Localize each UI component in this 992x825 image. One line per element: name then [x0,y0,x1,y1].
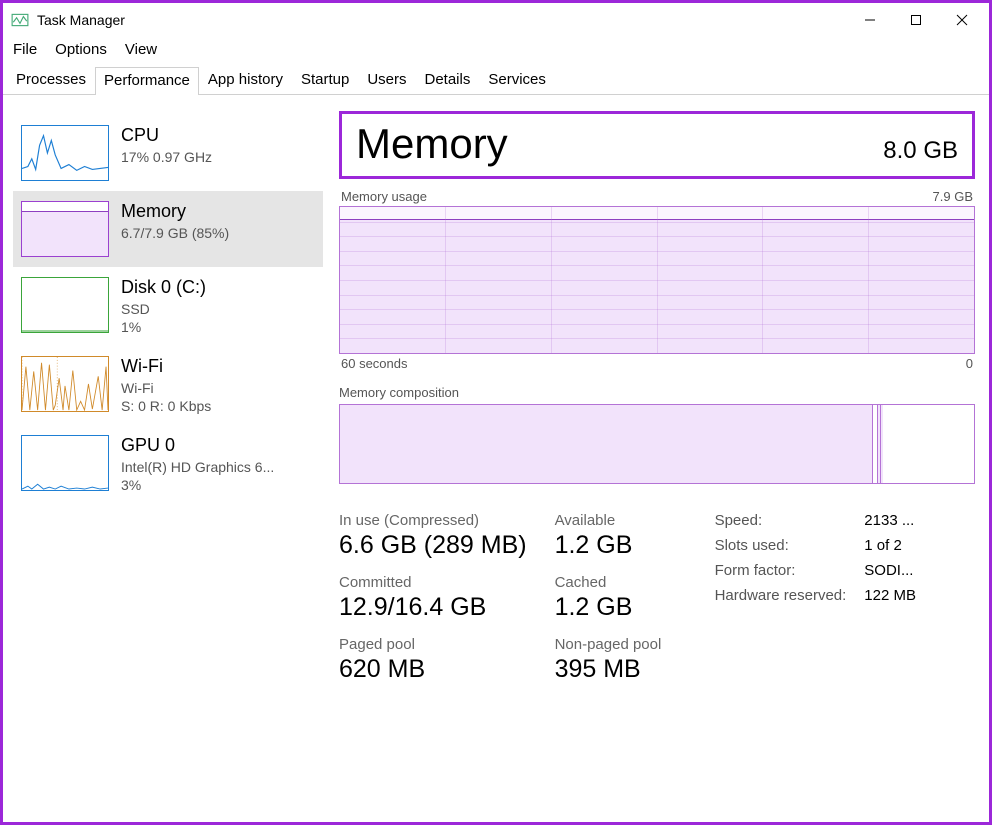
tab-strip: Processes Performance App history Startu… [3,66,989,95]
title-bar: Task Manager [3,3,989,37]
hardware-info: Speed: 2133 ... Slots used: 1 of 2 Form … [715,512,916,684]
stat-in-use: In use (Compressed) 6.6 GB (289 MB) [339,512,527,560]
info-speed-label: Speed: [715,512,847,529]
main-panel: Memory 8.0 GB Memory usage 7.9 GB [333,95,989,822]
sidebar-item-cpu[interactable]: CPU 17% 0.97 GHz [13,115,323,191]
close-button[interactable] [939,4,985,36]
menu-view[interactable]: View [125,41,157,58]
sidebar-wifi-sub2: S: 0 R: 0 Kbps [121,397,211,415]
tab-startup[interactable]: Startup [292,66,358,94]
sidebar-mem-title: Memory [121,201,229,222]
sidebar-disk-title: Disk 0 (C:) [121,277,206,298]
x-axis-left: 60 seconds [341,356,408,371]
tab-details[interactable]: Details [416,66,480,94]
stat-paged: Paged pool 620 MB [339,636,527,684]
performance-sidebar: CPU 17% 0.97 GHz Memory 6.7/7.9 GB (85%)… [3,95,333,822]
sidebar-gpu-sub1: Intel(R) HD Graphics 6... [121,458,274,476]
stat-cached: Cached 1.2 GB [555,574,685,622]
memory-header-highlight: Memory 8.0 GB [339,111,975,179]
memory-usage-chart-area: Memory usage 7.9 GB [339,189,975,484]
sidebar-mem-sub: 6.7/7.9 GB (85%) [121,224,229,242]
sidebar-item-gpu[interactable]: GPU 0 Intel(R) HD Graphics 6... 3% [13,425,323,504]
sidebar-disk-sub1: SSD [121,300,206,318]
sidebar-item-wifi[interactable]: Wi-Fi Wi-Fi S: 0 R: 0 Kbps [13,346,323,425]
info-hw: 122 MB [864,587,916,604]
wifi-thumbnail [21,356,109,412]
stat-available: Available 1.2 GB [555,512,685,560]
minimize-button[interactable] [847,4,893,36]
menu-options[interactable]: Options [55,41,107,58]
maximize-button[interactable] [893,4,939,36]
stat-committed: Committed 12.9/16.4 GB [339,574,527,622]
menu-bar: File Options View [3,37,989,66]
task-manager-icon [11,11,29,29]
window-title: Task Manager [37,12,125,28]
info-slots-label: Slots used: [715,537,847,554]
memory-stats: In use (Compressed) 6.6 GB (289 MB) Avai… [339,512,975,684]
sidebar-item-disk[interactable]: Disk 0 (C:) SSD 1% [13,267,323,346]
sidebar-wifi-sub1: Wi-Fi [121,379,211,397]
memory-composition-chart[interactable] [339,404,975,484]
panel-title: Memory [356,120,508,168]
tab-users[interactable]: Users [358,66,415,94]
x-axis-right: 0 [966,356,973,371]
tab-services[interactable]: Services [479,66,555,94]
info-form: SODI... [864,562,916,579]
gpu-thumbnail [21,435,109,491]
usage-max-label: 7.9 GB [933,189,973,204]
stat-nonpaged: Non-paged pool 395 MB [555,636,685,684]
sidebar-disk-sub2: 1% [121,318,206,336]
sidebar-cpu-sub: 17% 0.97 GHz [121,148,212,166]
composition-label: Memory composition [339,385,975,400]
info-hw-label: Hardware reserved: [715,587,847,604]
info-slots: 1 of 2 [864,537,916,554]
cpu-thumbnail [21,125,109,181]
tab-performance[interactable]: Performance [95,67,199,95]
memory-usage-chart[interactable] [339,206,975,354]
menu-file[interactable]: File [13,41,37,58]
memory-thumbnail [21,201,109,257]
disk-thumbnail [21,277,109,333]
sidebar-gpu-sub2: 3% [121,476,274,494]
info-form-label: Form factor: [715,562,847,579]
usage-label: Memory usage [341,189,427,204]
sidebar-item-memory[interactable]: Memory 6.7/7.9 GB (85%) [13,191,323,267]
content: CPU 17% 0.97 GHz Memory 6.7/7.9 GB (85%)… [3,95,989,822]
sidebar-gpu-title: GPU 0 [121,435,274,456]
tab-app-history[interactable]: App history [199,66,292,94]
panel-total: 8.0 GB [883,137,958,165]
sidebar-cpu-title: CPU [121,125,212,146]
sidebar-wifi-title: Wi-Fi [121,356,211,377]
info-speed: 2133 ... [864,512,916,529]
tab-processes[interactable]: Processes [7,66,95,94]
